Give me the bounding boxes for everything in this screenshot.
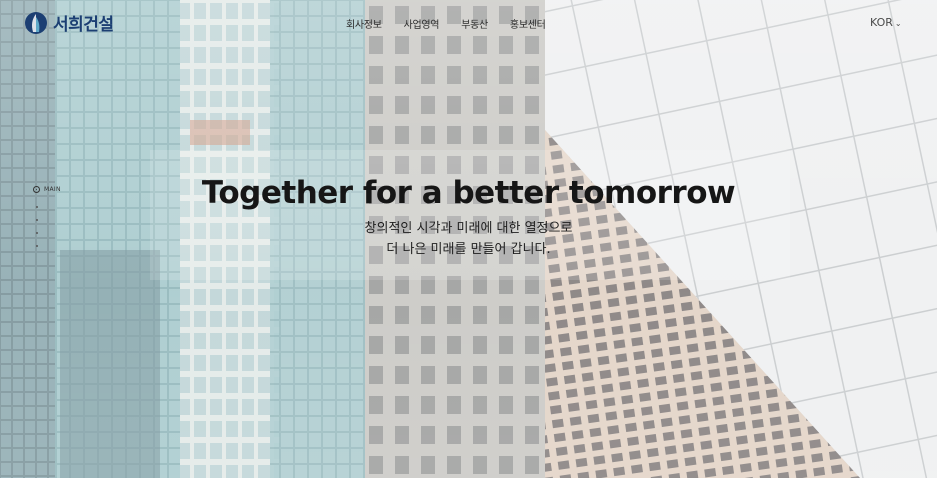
language-label: KOR xyxy=(870,16,893,29)
nav-item-pr-center[interactable]: 홍보센터 xyxy=(510,16,546,31)
hero-title: Together for a better tomorrow xyxy=(201,175,736,211)
main-navigation: 회사정보 사업영역 부동산 홍보센터 xyxy=(346,16,568,31)
hero-subtitle-line: 더 나은 미래를 만들어 갑니다. xyxy=(386,242,551,257)
hero-subtitle: 창의적인 시각과 미래에 대한 열정으로 더 나은 미래를 만들어 갑니다. xyxy=(0,218,937,260)
chevron-down-icon: ⌄ xyxy=(894,19,902,28)
hero-subtitle-line: 창의적인 시각과 미래에 대한 열정으로 xyxy=(364,221,573,236)
nav-item-real-estate[interactable]: 부동산 xyxy=(461,16,488,31)
nav-item-company[interactable]: 회사정보 xyxy=(346,16,382,31)
language-selector[interactable]: KOR ⌄ xyxy=(870,16,902,29)
site-header: 서희건설 회사정보 사업영역 부동산 홍보센터 KOR ⌄ xyxy=(0,0,937,46)
nav-item-business[interactable]: 사업영역 xyxy=(404,16,440,31)
logo[interactable]: 서희건설 xyxy=(24,10,114,35)
brand-name: 서희건설 xyxy=(53,15,114,35)
logo-emblem-icon xyxy=(25,11,47,34)
